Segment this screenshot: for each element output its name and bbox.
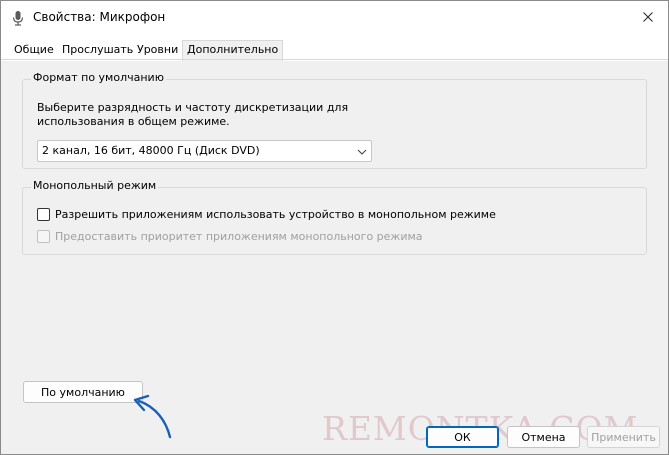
sample-rate-select[interactable]: 2 канал, 16 бит, 48000 Гц (Диск DVD) [37, 140, 372, 162]
close-button[interactable] [628, 1, 668, 35]
microphone-icon [11, 10, 25, 26]
window-title: Свойства: Микрофон [33, 10, 166, 24]
exclusive-priority-option: Предоставить приоритет приложениям моноп… [37, 230, 423, 243]
cancel-label: Отмена [521, 430, 566, 444]
default-format-group: Формат по умолчанию Выберите разрядность… [22, 71, 647, 169]
allow-exclusive-checkbox[interactable] [37, 208, 50, 221]
tab-listen[interactable]: Прослушать [62, 43, 133, 56]
tab-divider [1, 59, 668, 60]
default-format-description: Выберите разрядность и частоту дискретиз… [37, 101, 348, 129]
apply-label: Применить [591, 430, 656, 444]
default-format-label: Формат по умолчанию [31, 71, 166, 84]
apply-button: Применить [587, 426, 660, 448]
restore-defaults-label: По умолчанию [41, 385, 125, 399]
title-bar: Свойства: Микрофон [1, 1, 668, 35]
tab-bar: Общие Прослушать Уровни Дополнительно [1, 35, 668, 61]
properties-dialog: Свойства: Микрофон Общие Прослушать Уров… [0, 0, 669, 455]
ok-label: ОК [454, 430, 471, 444]
exclusive-priority-label: Предоставить приоритет приложениям моноп… [55, 230, 423, 243]
description-line-2: использования в общем режиме. [37, 115, 230, 128]
cancel-button[interactable]: Отмена [507, 426, 580, 448]
sample-rate-value: 2 канал, 16 бит, 48000 Гц (Диск DVD) [42, 144, 260, 157]
restore-defaults-button[interactable]: По умолчанию [23, 381, 143, 403]
annotation-arrow-icon [133, 394, 172, 439]
description-line-1: Выберите разрядность и частоту дискретиз… [37, 101, 349, 114]
tab-levels[interactable]: Уровни [137, 43, 178, 56]
allow-exclusive-option[interactable]: Разрешить приложениям использовать устро… [37, 208, 496, 221]
close-icon [643, 11, 653, 25]
exclusive-mode-group: Монопольный режим Разрешить приложениям … [22, 179, 647, 255]
allow-exclusive-label: Разрешить приложениям использовать устро… [55, 208, 496, 221]
chevron-down-icon [357, 146, 367, 155]
ok-button[interactable]: ОК [426, 426, 499, 448]
tab-general[interactable]: Общие [14, 43, 54, 56]
exclusive-mode-label: Монопольный режим [31, 179, 159, 192]
exclusive-priority-checkbox [37, 230, 50, 243]
tab-advanced[interactable]: Дополнительно [182, 40, 284, 61]
